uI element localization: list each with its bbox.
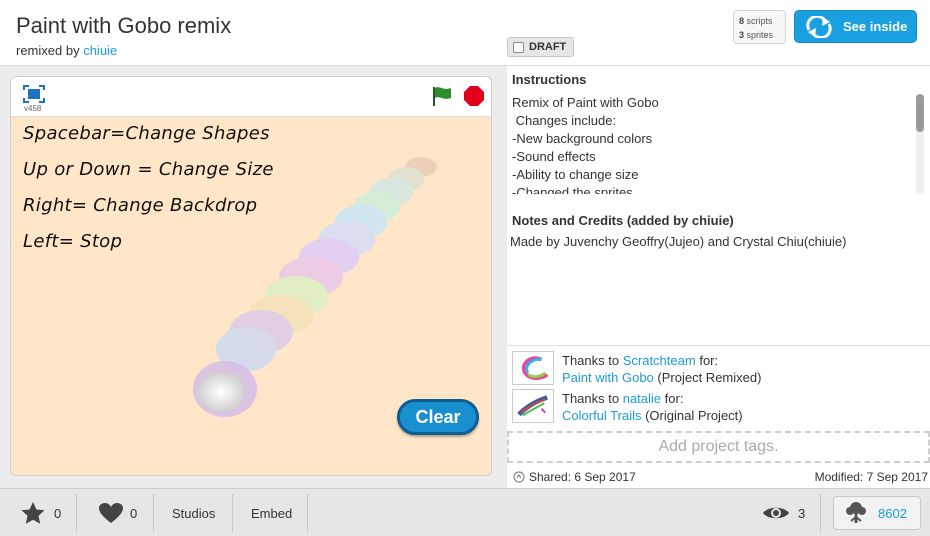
shared-date-text: Shared: 6 Sep 2017 [529, 470, 636, 484]
draft-toggle[interactable]: DRAFT [507, 37, 574, 57]
instructions-text[interactable]: Remix of Paint with Gobo Changes include… [512, 94, 912, 194]
favorite-button[interactable]: 0 [20, 489, 61, 536]
stage-instruction-line: Left= Stop [23, 231, 123, 252]
scrollbar-thumb[interactable] [916, 94, 924, 132]
credit-line: Thanks to Scratchteam for: [562, 353, 718, 368]
studios-button[interactable]: Studios [172, 489, 215, 536]
credit-item: Thanks to natalie for: Colorful Trails (… [512, 389, 922, 427]
heart-icon [99, 503, 123, 523]
modified-date: Modified: 7 Sep 2017 [814, 470, 928, 484]
instructions-scrollbar[interactable] [916, 94, 924, 194]
see-inside-icon [806, 15, 832, 38]
project-dates: Shared: 6 Sep 2017 Modified: 7 Sep 2017 [507, 466, 930, 488]
project-stats: 8 scripts 3 sprites [733, 10, 786, 44]
divider [820, 494, 821, 532]
remix-tree-icon [846, 502, 866, 523]
project-header: Paint with Gobo remix remixed by chiuie … [0, 0, 930, 66]
credit-prefix: Thanks to [562, 391, 620, 406]
sprites-label: sprites [746, 30, 774, 40]
view-count-value: 3 [798, 505, 806, 521]
credit-project-link[interactable]: Paint with Gobo [562, 370, 654, 385]
scripts-count: 8 [739, 16, 745, 26]
remixed-by-label: remixed by [16, 43, 80, 58]
remixer-link[interactable]: chiuie [83, 43, 117, 58]
credit-project-line: Paint with Gobo (Project Remixed) [562, 370, 761, 385]
love-count: 0 [130, 505, 138, 521]
draft-checkbox[interactable] [513, 41, 524, 53]
credit-project-link[interactable]: Colorful Trails [562, 408, 641, 423]
star-icon [21, 502, 45, 524]
project-thumbnail[interactable] [512, 351, 554, 385]
notes-text[interactable]: Made by Juvenchy Geoffry(Jujeo) and Crys… [510, 234, 846, 249]
instructions-line: Changes include: [512, 113, 617, 128]
clear-button[interactable]: Clear [397, 399, 479, 435]
remix-tree-button[interactable]: 8602 [833, 496, 921, 530]
project-info-panel: Instructions Remix of Paint with Gobo Ch… [507, 66, 930, 488]
love-button[interactable]: 0 [98, 489, 137, 536]
credit-prefix: Thanks to [562, 353, 620, 368]
shared-date: Shared: 6 Sep 2017 [513, 470, 636, 484]
divider [76, 494, 77, 532]
view-count: 3 [762, 489, 805, 536]
project-thumbnail[interactable] [512, 389, 554, 423]
project-stage[interactable]: Spacebar=Change Shapes Up or Down = Chan… [11, 117, 491, 475]
fullscreen-icon[interactable] [23, 85, 45, 103]
remix-tree-count: 8602 [878, 505, 907, 521]
green-flag-icon[interactable] [431, 85, 455, 107]
player-version: v458 [24, 104, 42, 113]
stage-instruction-line: Right= Change Backdrop [23, 195, 258, 216]
divider [232, 494, 233, 532]
player-controls: v458 [11, 77, 491, 117]
instructions-line: -New background colors [512, 131, 653, 146]
scripts-label: scripts [746, 16, 773, 26]
embed-button[interactable]: Embed [251, 489, 292, 536]
instructions-line: -Sound effects [512, 149, 596, 164]
notes-heading: Notes and Credits (added by chiuie) [512, 213, 734, 228]
instructions-section: Instructions Remix of Paint with Gobo Ch… [507, 66, 930, 346]
credit-suffix: for: [664, 391, 684, 406]
add-tags-input[interactable]: Add project tags. [507, 431, 930, 463]
project-player: v458 Spacebar=Change Shapes Up or Down =… [10, 76, 492, 476]
eye-icon [763, 507, 789, 519]
share-icon [513, 471, 525, 483]
stage-instruction-line: Spacebar=Change Shapes [23, 123, 270, 144]
credit-type: (Project Remixed) [657, 370, 762, 385]
credit-item: Thanks to Scratchteam for: Paint with Go… [512, 351, 922, 389]
credit-type: (Original Project) [645, 408, 743, 423]
see-inside-button[interactable]: See inside [794, 10, 917, 43]
instructions-line: -Changed the sprites [512, 185, 633, 194]
instructions-line: Remix of Paint with Gobo [512, 95, 659, 110]
sprites-count: 3 [739, 30, 745, 40]
favorite-count: 0 [54, 505, 62, 521]
remixed-by: remixed by chiuie [16, 43, 117, 58]
credit-user-link[interactable]: Scratchteam [623, 353, 696, 368]
divider [307, 494, 308, 532]
draft-label: DRAFT [529, 41, 567, 53]
credit-line: Thanks to natalie for: [562, 391, 683, 406]
credit-suffix: for: [699, 353, 719, 368]
stop-icon[interactable] [463, 85, 485, 107]
credit-project-line: Colorful Trails (Original Project) [562, 408, 743, 423]
see-inside-label: See inside [843, 19, 908, 34]
action-bar: 0 0 Studios Embed 3 8602 [0, 488, 930, 536]
divider [153, 494, 154, 532]
instructions-heading: Instructions [512, 72, 587, 87]
project-title[interactable]: Paint with Gobo remix [16, 13, 231, 39]
credit-user-link[interactable]: natalie [623, 391, 661, 406]
instructions-line: -Ability to change size [512, 167, 639, 182]
stage-instruction-line: Up or Down = Change Size [23, 159, 274, 180]
